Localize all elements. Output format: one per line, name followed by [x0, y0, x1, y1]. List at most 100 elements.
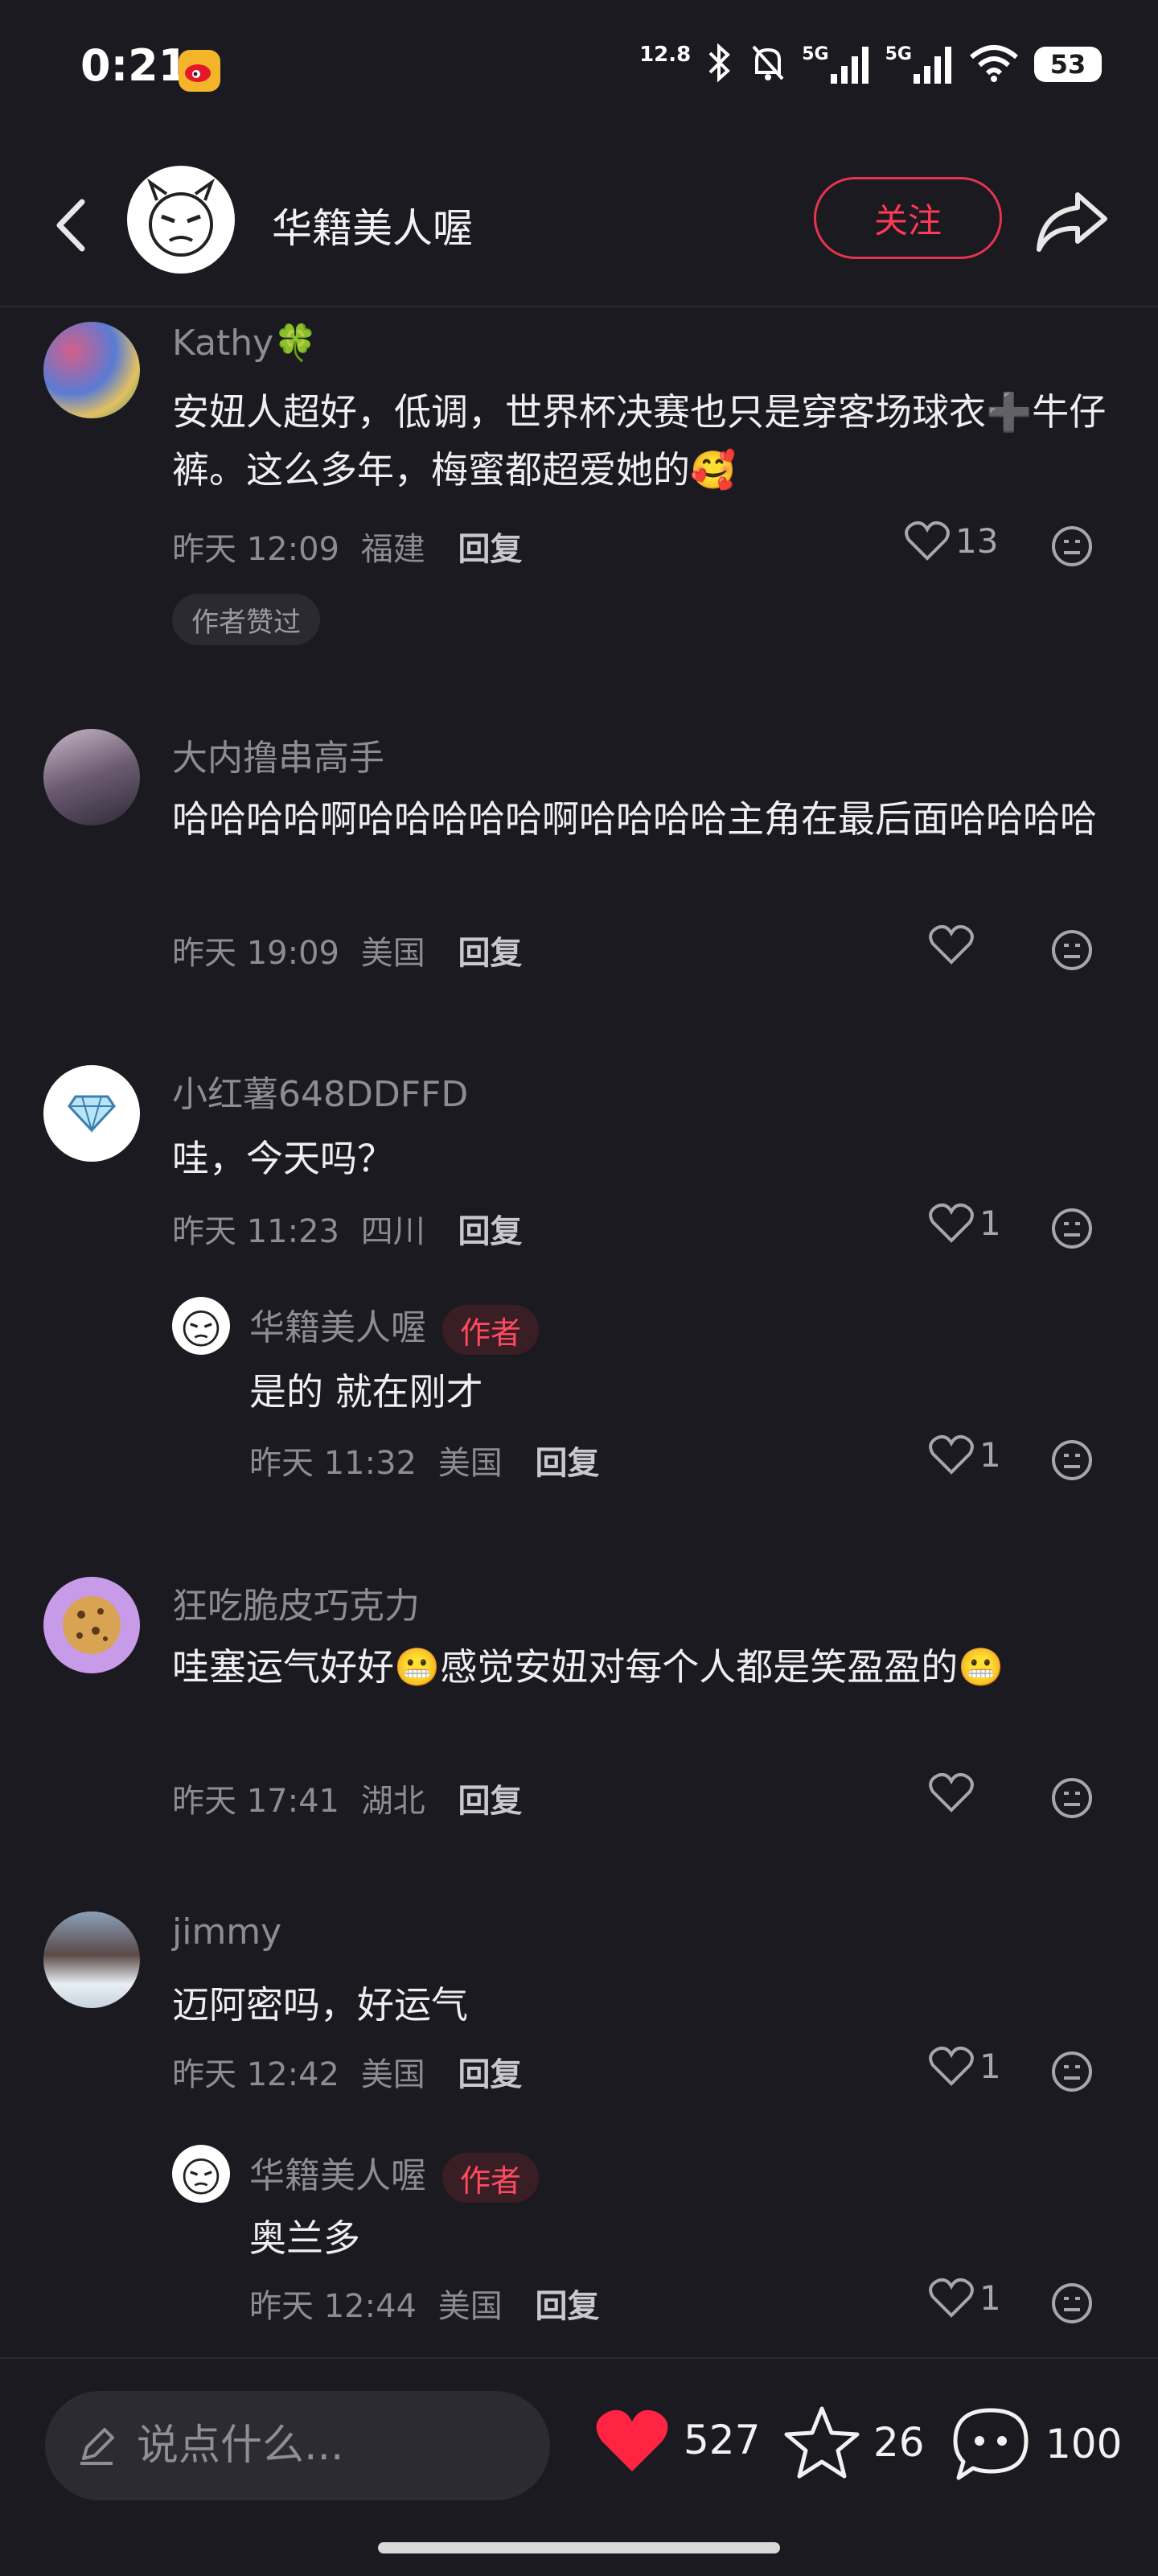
comment-location: 四川: [360, 1213, 425, 1250]
comment-username[interactable]: Kathy🍀: [172, 322, 318, 364]
dislike-face-icon[interactable]: [1050, 525, 1094, 568]
comment-meta: 昨天 19:09 美国 回复: [172, 927, 522, 973]
comment-location: 美国: [360, 935, 425, 972]
chat-bubble-icon: [953, 2408, 1029, 2480]
reply-button[interactable]: 回复: [458, 1783, 522, 1820]
comment-meta: 昨天 11:23 四川 回复: [172, 1205, 522, 1252]
dislike-face-icon[interactable]: [1050, 2282, 1094, 2325]
comment-text[interactable]: 哇塞运气好好😬感觉安妞对每个人都是笑盈盈的😬: [172, 1638, 1121, 1696]
diamond-icon: [68, 1095, 116, 1134]
user-avatar[interactable]: [43, 322, 140, 418]
reply-button[interactable]: 回复: [535, 2288, 599, 2325]
author-tag: 作者: [442, 1305, 540, 1355]
comment-time: 昨天 12:42: [172, 2056, 339, 2093]
like-button[interactable]: 1: [928, 1434, 1001, 1475]
heart-outline-icon: [929, 2046, 974, 2086]
favorite-button[interactable]: 26: [782, 2404, 925, 2481]
comment-location: 福建: [360, 531, 425, 568]
reply-location: 美国: [437, 2288, 503, 2325]
mute-bell-icon: [749, 42, 787, 87]
reply-button[interactable]: 回复: [458, 935, 522, 972]
dislike-face-icon[interactable]: [1050, 2050, 1094, 2093]
dislike-face-icon[interactable]: [1050, 1207, 1094, 1250]
like-button[interactable]: 1: [928, 2277, 1001, 2319]
follow-button[interactable]: 关注: [814, 177, 1002, 259]
bluetooth-icon: [705, 42, 734, 87]
heart-outline-icon: [929, 1434, 974, 1475]
heart-outline-icon: [905, 521, 950, 561]
like-button[interactable]: 1: [928, 1202, 1001, 1244]
cookie-icon: [63, 1596, 121, 1654]
comment-time: 昨天 12:09: [172, 531, 339, 568]
comment-meta: 昨天 12:42 美国 回复: [172, 2048, 522, 2095]
dislike-face-icon[interactable]: [1050, 1776, 1094, 1820]
reply-button[interactable]: 回复: [535, 1445, 599, 1482]
comment-text[interactable]: 安妞人超好，低调，世界杯决赛也只是穿客场球衣➕牛仔裤。这么多年，梅蜜都超爱她的🥰: [172, 383, 1121, 499]
comment-text[interactable]: 哈哈哈哈啊哈哈哈哈哈啊哈哈哈哈主角在最后面哈哈哈哈: [172, 790, 1121, 848]
comment-username[interactable]: jimmy: [172, 1911, 281, 1953]
comment-total: 100: [1045, 2421, 1123, 2467]
reply-author-name[interactable]: 华籍美人喔: [249, 2155, 426, 2196]
like-note-button[interactable]: 527: [592, 2404, 760, 2476]
signal-5g-icon-1: 5G: [802, 44, 870, 85]
reply-text[interactable]: 是的 就在刚才: [249, 1363, 1118, 1421]
like-count: 1: [979, 1203, 1001, 1243]
like-button[interactable]: [928, 924, 979, 965]
network-speed: 12.8: [639, 43, 692, 67]
heart-outline-icon: [929, 2278, 974, 2318]
signal-5g-icon-2: 5G: [885, 44, 954, 85]
note-header: 华籍美人喔 关注: [0, 161, 1158, 307]
wifi-icon: [968, 43, 1020, 86]
comment-username[interactable]: 大内撸串高手: [172, 729, 384, 780]
comment-text[interactable]: 哇，今天吗？: [172, 1130, 1121, 1187]
comment-time: 昨天 11:23: [172, 1213, 339, 1250]
favorite-total: 26: [873, 2419, 925, 2466]
comment-button[interactable]: 100: [949, 2404, 1122, 2484]
reply-time: 昨天 11:32: [249, 1445, 417, 1482]
reply-author-name[interactable]: 华籍美人喔: [249, 1307, 426, 1348]
reply-location: 美国: [437, 1445, 503, 1482]
like-count: 1: [979, 1434, 1001, 1475]
like-button[interactable]: 13: [904, 520, 998, 562]
author-avatar[interactable]: [127, 166, 235, 274]
comment-input-box[interactable]: [45, 2391, 550, 2500]
reply-button[interactable]: 回复: [458, 1213, 522, 1250]
reply-button[interactable]: 回复: [458, 531, 522, 568]
comment-text[interactable]: 迈阿密吗，好运气: [172, 1976, 1121, 2034]
back-arrow-icon[interactable]: [37, 189, 109, 261]
reply-avatar[interactable]: [172, 2145, 230, 2203]
like-count: 13: [955, 521, 999, 561]
weibo-notification-icon: [179, 50, 220, 92]
comment-meta: 昨天 12:09 福建 回复: [172, 523, 522, 570]
signal-label-2: 5G: [885, 43, 912, 64]
heart-filled-icon: [596, 2409, 668, 2471]
comment-time: 昨天 17:41: [172, 1783, 339, 1820]
star-outline-icon: [784, 2406, 860, 2479]
comment-input[interactable]: [135, 2421, 524, 2471]
battery-indicator: 53: [1034, 47, 1102, 82]
dislike-face-icon[interactable]: [1050, 928, 1094, 972]
user-avatar[interactable]: [43, 1911, 140, 2008]
like-button[interactable]: 1: [928, 2045, 1001, 2087]
author-tag: 作者: [442, 2153, 540, 2203]
status-time: 0:21: [80, 40, 189, 91]
like-count: 1: [979, 2278, 1001, 2318]
comment-username[interactable]: 小红薯648DDFFD: [172, 1065, 468, 1117]
signal-label-1: 5G: [802, 43, 829, 64]
author-name[interactable]: 华籍美人喔: [272, 196, 473, 254]
user-avatar[interactable]: [43, 1577, 140, 1673]
comment-location: 湖北: [360, 1783, 425, 1820]
user-avatar[interactable]: [43, 729, 140, 825]
reply-time: 昨天 12:44: [249, 2288, 417, 2325]
reply-button[interactable]: 回复: [458, 2056, 522, 2093]
reply-avatar[interactable]: [172, 1297, 230, 1355]
home-indicator[interactable]: [378, 2542, 780, 2553]
like-button[interactable]: [928, 1772, 979, 1813]
status-bar: 0:21 12.8 5G 5G 53: [0, 0, 1158, 145]
reply-meta: 昨天 12:44 美国 回复: [249, 2280, 599, 2327]
dislike-face-icon[interactable]: [1050, 1438, 1094, 1482]
reply-text[interactable]: 奥兰多: [249, 2209, 1118, 2267]
user-avatar[interactable]: [43, 1065, 140, 1162]
comment-username[interactable]: 狂吃脆皮巧克力: [172, 1577, 420, 1628]
share-icon[interactable]: [1031, 183, 1111, 256]
